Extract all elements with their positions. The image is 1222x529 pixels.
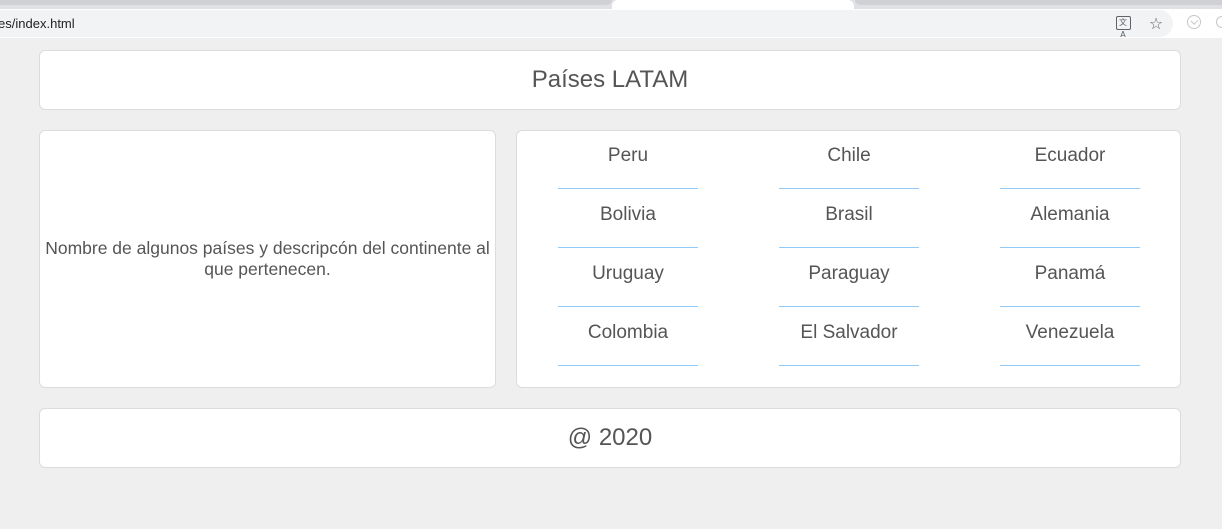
address-bar-url[interactable]: ntries/index.html	[0, 16, 75, 31]
country-item[interactable]: Chile	[779, 131, 919, 189]
country-item[interactable]: Colombia	[558, 308, 698, 366]
translate-icon[interactable]: 文A	[1113, 13, 1133, 39]
star-icon[interactable]: ☆	[1146, 13, 1166, 33]
footer-card: @ 2020	[39, 408, 1181, 468]
extension-icon[interactable]	[1187, 15, 1201, 29]
country-item[interactable]: Venezuela	[1000, 308, 1140, 366]
country-item[interactable]: Brasil	[779, 190, 919, 248]
country-item[interactable]: Uruguay	[558, 249, 698, 307]
browser-toolbar: ntries/index.html 文A ☆	[0, 9, 1222, 39]
extension-icon[interactable]	[1216, 16, 1222, 28]
tab-strip	[0, 0, 1222, 9]
country-item[interactable]: Ecuador	[1000, 131, 1140, 189]
footer-text: @ 2020	[567, 424, 653, 451]
country-item[interactable]: Panamá	[1000, 249, 1140, 307]
page-title: Países LATAM	[531, 66, 689, 93]
country-item[interactable]: Paraguay	[779, 249, 919, 307]
tab-inactive-left[interactable]	[0, 0, 612, 5]
country-item[interactable]: El Salvador	[779, 308, 919, 366]
tab-inactive-right[interactable]	[855, 0, 1222, 5]
country-item[interactable]: Alemania	[1000, 190, 1140, 248]
country-grid: Peru Chile Ecuador Bolivia Brasil Aleman…	[517, 131, 1182, 389]
tab-active[interactable]	[612, 0, 854, 9]
countries-card: Peru Chile Ecuador Bolivia Brasil Aleman…	[516, 130, 1181, 388]
description-card: Nombre de algunos países y descripcón de…	[39, 130, 496, 388]
description-text: Nombre de algunos países y descripcón de…	[45, 238, 490, 279]
country-item[interactable]: Bolivia	[558, 190, 698, 248]
country-item[interactable]: Peru	[558, 131, 698, 189]
address-bar[interactable]: ntries/index.html	[0, 10, 1173, 37]
header-card: Países LATAM	[39, 50, 1181, 110]
